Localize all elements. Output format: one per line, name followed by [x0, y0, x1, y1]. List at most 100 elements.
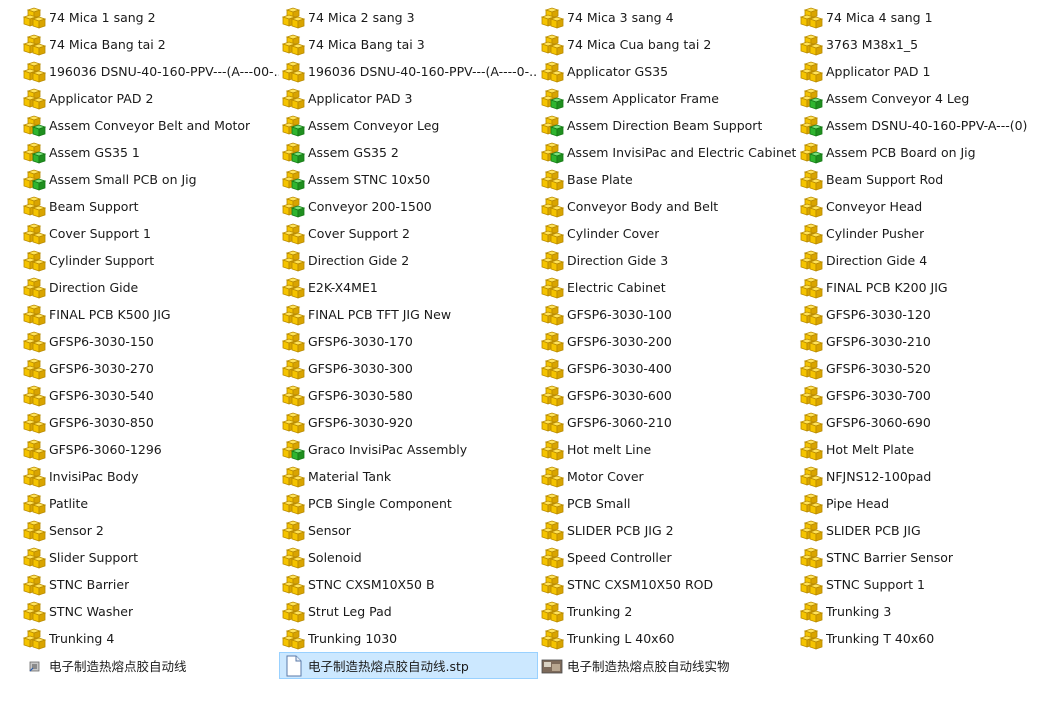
- file-item[interactable]: Assem DSNU-40-160-PPV-A---(0): [797, 112, 1053, 139]
- file-item[interactable]: Cylinder Support: [20, 247, 279, 274]
- file-item[interactable]: Assem Applicator Frame: [538, 85, 797, 112]
- file-item[interactable]: GFSP6-3030-520: [797, 355, 1053, 382]
- file-item[interactable]: GFSP6-3030-400: [538, 355, 797, 382]
- file-item[interactable]: Trunking 2: [538, 598, 797, 625]
- file-item[interactable]: SLIDER PCB JIG: [797, 517, 1053, 544]
- file-item[interactable]: 74 Mica Bang tai 2: [20, 31, 279, 58]
- file-item[interactable]: Material Tank: [279, 463, 538, 490]
- file-item[interactable]: Beam Support Rod: [797, 166, 1053, 193]
- file-item[interactable]: E2K-X4ME1: [279, 274, 538, 301]
- file-item[interactable]: GFSP6-3030-270: [20, 355, 279, 382]
- file-item[interactable]: Sensor 2: [20, 517, 279, 544]
- file-item[interactable]: Applicator PAD 2: [20, 85, 279, 112]
- file-item[interactable]: Trunking 3: [797, 598, 1053, 625]
- file-item[interactable]: Assem STNC 10x50: [279, 166, 538, 193]
- file-item[interactable]: 74 Mica 3 sang 4: [538, 4, 797, 31]
- file-item[interactable]: 196036 DSNU-40-160-PPV---(A---00-...: [20, 58, 279, 85]
- file-item[interactable]: FINAL PCB TFT JIG New: [279, 301, 538, 328]
- file-item[interactable]: Trunking 1030: [279, 625, 538, 652]
- file-item[interactable]: SLIDER PCB JIG 2: [538, 517, 797, 544]
- file-item[interactable]: Pipe Head: [797, 490, 1053, 517]
- file-item[interactable]: Speed Controller: [538, 544, 797, 571]
- file-item[interactable]: Solenoid: [279, 544, 538, 571]
- file-item[interactable]: 74 Mica Bang tai 3: [279, 31, 538, 58]
- file-item[interactable]: Trunking T 40x60: [797, 625, 1053, 652]
- file-item[interactable]: GFSP6-3030-580: [279, 382, 538, 409]
- file-item[interactable]: FINAL PCB K200 JIG: [797, 274, 1053, 301]
- file-item[interactable]: 电子制造热熔点胶自动线: [20, 652, 279, 679]
- file-item[interactable]: Conveyor Head: [797, 193, 1053, 220]
- file-item[interactable]: NFJNS12-100pad: [797, 463, 1053, 490]
- file-item[interactable]: STNC CXSM10X50 B: [279, 571, 538, 598]
- file-item[interactable]: Motor Cover: [538, 463, 797, 490]
- file-item[interactable]: Applicator PAD 1: [797, 58, 1053, 85]
- file-item[interactable]: GFSP6-3030-200: [538, 328, 797, 355]
- file-item[interactable]: STNC Barrier: [20, 571, 279, 598]
- file-item[interactable]: Applicator GS35: [538, 58, 797, 85]
- file-item[interactable]: 电子制造热熔点胶自动线实物: [538, 652, 797, 679]
- file-item[interactable]: GFSP6-3060-690: [797, 409, 1053, 436]
- file-item[interactable]: PCB Single Component: [279, 490, 538, 517]
- file-item[interactable]: Assem Conveyor Leg: [279, 112, 538, 139]
- file-item[interactable]: 196036 DSNU-40-160-PPV---(A----0-...: [279, 58, 538, 85]
- file-item[interactable]: Slider Support: [20, 544, 279, 571]
- file-item[interactable]: Cover Support 2: [279, 220, 538, 247]
- file-item[interactable]: GFSP6-3030-700: [797, 382, 1053, 409]
- file-item[interactable]: Conveyor Body and Belt: [538, 193, 797, 220]
- file-item[interactable]: PCB Small: [538, 490, 797, 517]
- file-item[interactable]: Strut Leg Pad: [279, 598, 538, 625]
- file-item[interactable]: Hot melt Line: [538, 436, 797, 463]
- file-item[interactable]: Hot Melt Plate: [797, 436, 1053, 463]
- file-item[interactable]: Assem GS35 1: [20, 139, 279, 166]
- file-item[interactable]: Patlite: [20, 490, 279, 517]
- file-item[interactable]: 74 Mica 1 sang 2: [20, 4, 279, 31]
- file-item[interactable]: Assem Conveyor Belt and Motor: [20, 112, 279, 139]
- file-item[interactable]: Beam Support: [20, 193, 279, 220]
- file-item[interactable]: Assem Small PCB on Jig: [20, 166, 279, 193]
- file-item[interactable]: GFSP6-3030-210: [797, 328, 1053, 355]
- file-item[interactable]: STNC Washer: [20, 598, 279, 625]
- file-item[interactable]: GFSP6-3060-1296: [20, 436, 279, 463]
- file-item[interactable]: GFSP6-3030-850: [20, 409, 279, 436]
- file-item[interactable]: Conveyor 200-1500: [279, 193, 538, 220]
- file-item[interactable]: FINAL PCB K500 JIG: [20, 301, 279, 328]
- file-item[interactable]: 电子制造热熔点胶自动线.stp: [279, 652, 538, 679]
- file-item[interactable]: Cylinder Pusher: [797, 220, 1053, 247]
- assembly-icon: [22, 142, 46, 164]
- file-item[interactable]: GFSP6-3030-920: [279, 409, 538, 436]
- file-item[interactable]: GFSP6-3030-600: [538, 382, 797, 409]
- file-item[interactable]: Sensor: [279, 517, 538, 544]
- file-item[interactable]: GFSP6-3030-300: [279, 355, 538, 382]
- file-item[interactable]: Assem Direction Beam Support: [538, 112, 797, 139]
- file-item[interactable]: Assem InvisiPac and Electric Cabinet: [538, 139, 797, 166]
- file-item[interactable]: Trunking L 40x60: [538, 625, 797, 652]
- file-item[interactable]: Trunking 4: [20, 625, 279, 652]
- file-item[interactable]: GFSP6-3030-170: [279, 328, 538, 355]
- file-item[interactable]: 74 Mica Cua bang tai 2: [538, 31, 797, 58]
- file-item[interactable]: GFSP6-3030-120: [797, 301, 1053, 328]
- file-item[interactable]: GFSP6-3030-100: [538, 301, 797, 328]
- file-item[interactable]: Direction Gide 3: [538, 247, 797, 274]
- file-item[interactable]: Assem GS35 2: [279, 139, 538, 166]
- file-item[interactable]: Electric Cabinet: [538, 274, 797, 301]
- file-item[interactable]: Direction Gide 4: [797, 247, 1053, 274]
- file-item[interactable]: 74 Mica 4 sang 1: [797, 4, 1053, 31]
- file-item[interactable]: Direction Gide: [20, 274, 279, 301]
- file-item[interactable]: Direction Gide 2: [279, 247, 538, 274]
- file-item[interactable]: Graco InvisiPac Assembly: [279, 436, 538, 463]
- file-item[interactable]: 74 Mica 2 sang 3: [279, 4, 538, 31]
- file-item[interactable]: Cylinder Cover: [538, 220, 797, 247]
- file-item[interactable]: GFSP6-3060-210: [538, 409, 797, 436]
- file-item[interactable]: GFSP6-3030-150: [20, 328, 279, 355]
- file-item[interactable]: Applicator PAD 3: [279, 85, 538, 112]
- file-item[interactable]: GFSP6-3030-540: [20, 382, 279, 409]
- file-item[interactable]: STNC Barrier Sensor: [797, 544, 1053, 571]
- file-item[interactable]: InvisiPac Body: [20, 463, 279, 490]
- file-item[interactable]: Assem PCB Board on Jig: [797, 139, 1053, 166]
- file-item[interactable]: STNC Support 1: [797, 571, 1053, 598]
- file-item[interactable]: Cover Support 1: [20, 220, 279, 247]
- file-item[interactable]: Assem Conveyor 4 Leg: [797, 85, 1053, 112]
- file-item[interactable]: Base Plate: [538, 166, 797, 193]
- file-item[interactable]: STNC CXSM10X50 ROD: [538, 571, 797, 598]
- file-item[interactable]: 3763 M38x1_5: [797, 31, 1053, 58]
